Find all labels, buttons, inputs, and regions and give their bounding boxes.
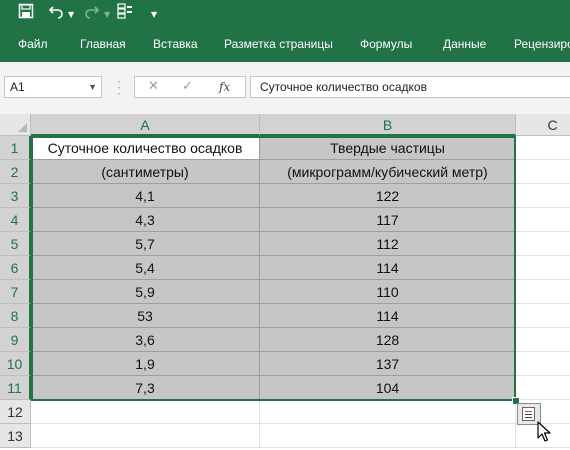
cell-b6[interactable]: 114 <box>260 256 516 280</box>
column-header-a[interactable]: A <box>31 114 260 136</box>
formula-bar-area: A1 ▼ · · · ✕ ✓ fx Суточное количество осад… <box>0 62 570 115</box>
cell-a10[interactable]: 1,9 <box>31 352 260 376</box>
row-header-1[interactable]: 1 <box>0 136 31 160</box>
tab-insert[interactable]: Вставка <box>153 26 198 62</box>
cell-a11[interactable]: 7,3 <box>31 376 260 400</box>
row-header-10[interactable]: 10 <box>0 352 31 376</box>
undo-icon[interactable] <box>48 3 66 23</box>
cell-c8[interactable] <box>516 304 570 328</box>
cell-b9[interactable]: 128 <box>260 328 516 352</box>
cell-b11[interactable]: 104 <box>260 376 516 400</box>
cell-b12[interactable] <box>260 400 516 424</box>
cell-b13[interactable] <box>260 424 516 448</box>
row-header-4[interactable]: 4 <box>0 208 31 232</box>
cell-b5[interactable]: 112 <box>260 232 516 256</box>
cell-c2[interactable] <box>516 160 570 184</box>
cell-b2[interactable]: (микрограмм/кубический метр) <box>260 160 516 184</box>
row-header-8[interactable]: 8 <box>0 304 31 328</box>
cell-c4[interactable] <box>516 208 570 232</box>
row-header-5[interactable]: 5 <box>0 232 31 256</box>
cell-c3[interactable] <box>516 184 570 208</box>
cell-b10[interactable]: 137 <box>260 352 516 376</box>
tab-formulas[interactable]: Формулы <box>360 26 412 62</box>
tab-data[interactable]: Данные <box>443 26 486 62</box>
cell-a13[interactable] <box>31 424 260 448</box>
cell-c6[interactable] <box>516 256 570 280</box>
undo-dropdown-icon[interactable]: ▼ <box>68 5 74 25</box>
cell-c5[interactable] <box>516 232 570 256</box>
row-header-12[interactable]: 12 <box>0 400 31 424</box>
cell-a7[interactable]: 5,9 <box>31 280 260 304</box>
cell-b8[interactable]: 114 <box>260 304 516 328</box>
insert-function-icon[interactable]: fx <box>219 77 230 97</box>
redo-dropdown-icon[interactable]: ▼ <box>104 5 110 25</box>
redo-icon[interactable] <box>84 3 102 23</box>
tab-file[interactable]: Файл <box>18 26 48 62</box>
row-header-13[interactable]: 13 <box>0 424 31 448</box>
row-header-11[interactable]: 11 <box>0 376 31 400</box>
cell-a8[interactable]: 53 <box>31 304 260 328</box>
cell-c11[interactable] <box>516 376 570 400</box>
cell-b3[interactable]: 122 <box>260 184 516 208</box>
column-header-c[interactable]: C <box>516 114 570 136</box>
name-box[interactable]: A1 ▼ <box>4 76 102 98</box>
tab-home[interactable]: Главная <box>80 26 126 62</box>
cell-a4[interactable]: 4,3 <box>31 208 260 232</box>
cell-b1[interactable]: Твердые частицы <box>260 136 516 160</box>
save-icon[interactable] <box>18 3 36 23</box>
customize-qat-icon[interactable]: ▼ <box>151 5 157 25</box>
resize-handle-icon[interactable]: · · · <box>117 75 123 99</box>
ribbon-tabs: Файл Главная Вставка Разметка страницы Ф… <box>0 26 570 62</box>
cell-a1[interactable]: Суточное количество осадков <box>31 136 260 160</box>
cancel-icon[interactable]: ✕ <box>148 77 159 97</box>
cell-c1[interactable] <box>516 136 570 160</box>
worksheet-grid: A B C 1 Суточное количество осадков Тверды… <box>0 114 570 450</box>
cell-b7[interactable]: 110 <box>260 280 516 304</box>
row-header-6[interactable]: 6 <box>0 256 31 280</box>
cell-a5[interactable]: 5,7 <box>31 232 260 256</box>
column-header-b[interactable]: B <box>260 114 516 136</box>
formula-buttons: ✕ ✓ fx <box>134 76 246 98</box>
tab-page-layout[interactable]: Разметка страницы <box>224 26 333 62</box>
cell-c7[interactable] <box>516 280 570 304</box>
cell-a3[interactable]: 4,1 <box>31 184 260 208</box>
row-header-3[interactable]: 3 <box>0 184 31 208</box>
formula-input[interactable]: Суточное количество осадков <box>250 76 570 98</box>
cell-b4[interactable]: 117 <box>260 208 516 232</box>
name-box-value: A1 <box>10 80 25 94</box>
cell-c10[interactable] <box>516 352 570 376</box>
row-header-2[interactable]: 2 <box>0 160 31 184</box>
cell-a6[interactable]: 5,4 <box>31 256 260 280</box>
form-icon[interactable] <box>116 3 136 23</box>
row-header-7[interactable]: 7 <box>0 280 31 304</box>
quick-access-toolbar: ▼ ▼ ▼ <box>0 0 570 26</box>
tab-review[interactable]: Рецензиро <box>514 26 570 62</box>
quick-analysis-icon <box>522 407 535 421</box>
select-all-button[interactable] <box>0 114 31 136</box>
cell-a2[interactable]: (сантиметры) <box>31 160 260 184</box>
cell-a9[interactable]: 3,6 <box>31 328 260 352</box>
cell-a12[interactable] <box>31 400 260 424</box>
mouse-cursor-icon <box>537 421 551 442</box>
cell-c9[interactable] <box>516 328 570 352</box>
name-box-dropdown-icon[interactable]: ▼ <box>88 77 97 97</box>
enter-icon[interactable]: ✓ <box>182 77 193 97</box>
row-header-9[interactable]: 9 <box>0 328 31 352</box>
